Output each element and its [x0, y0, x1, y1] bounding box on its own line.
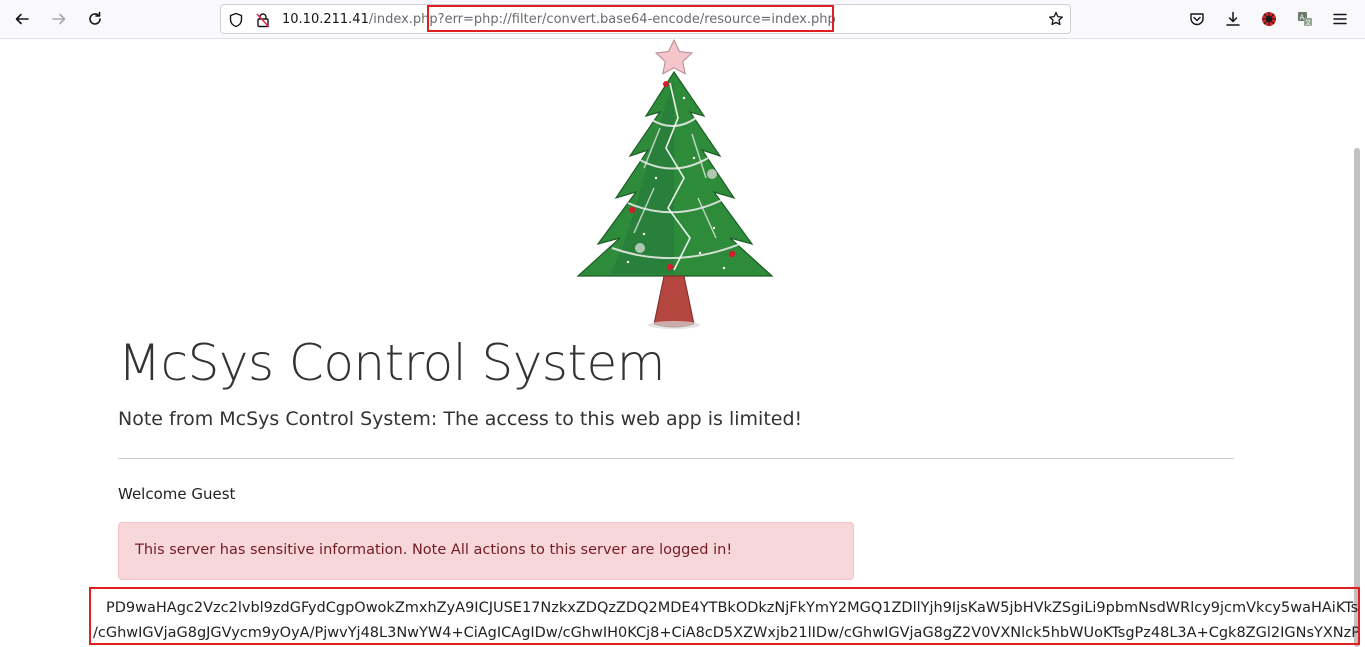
- base64-line: /cGhwIGVjaG8gJGVycm9yOyA/PjwvYj48L3NwYW4…: [93, 625, 1360, 641]
- svg-text:A: A: [1300, 14, 1305, 22]
- arrow-right-icon: [52, 13, 66, 25]
- forward-button[interactable]: [45, 5, 73, 33]
- pocket-icon: [1190, 13, 1204, 26]
- url-host: 10.10.211.41: [282, 12, 369, 27]
- page-subtitle: Note from McSys Control System: The acce…: [118, 408, 803, 430]
- tracking-protection-shield-icon[interactable]: [228, 12, 244, 28]
- alert-text: This server has sensitive information. N…: [135, 542, 733, 558]
- page-scrollbar[interactable]: [1354, 148, 1360, 647]
- back-button[interactable]: [8, 5, 36, 33]
- extension-button-1[interactable]: [1257, 7, 1281, 31]
- hamburger-menu-icon: [1333, 13, 1347, 25]
- welcome-text: Welcome Guest: [118, 485, 236, 503]
- divider: [118, 458, 1234, 459]
- arrow-left-icon: [15, 13, 29, 25]
- pocket-button[interactable]: [1185, 7, 1209, 31]
- reload-button[interactable]: [81, 5, 109, 33]
- insecure-lock-icon[interactable]: [255, 12, 271, 28]
- base64-output-box: PD9waHAgc2Vzc2lvbl9zdGFydCgpOwokZmxhZyA9…: [89, 587, 1360, 645]
- download-icon: [1226, 11, 1240, 26]
- browser-toolbar: 10.10.211.41/index.php?err=php://filter/…: [0, 0, 1365, 39]
- translate-extension-icon: A文: [1298, 12, 1312, 27]
- downloads-button[interactable]: [1221, 7, 1245, 31]
- base64-line: PD9waHAgc2Vzc2lvbl9zdGFydCgpOwokZmxhZyA9…: [106, 600, 1359, 616]
- christmas-tree-image: [576, 38, 774, 329]
- extension-button-2[interactable]: A文: [1293, 7, 1317, 31]
- red-bug-extension-icon: [1262, 12, 1276, 26]
- url-query-highlight-box: [427, 5, 834, 32]
- reload-icon: [89, 11, 101, 25]
- page-title: McSys Control System: [118, 334, 665, 392]
- svg-text:文: 文: [1305, 19, 1311, 27]
- app-menu-button[interactable]: [1328, 7, 1352, 31]
- address-bar[interactable]: 10.10.211.41/index.php?err=php://filter/…: [220, 4, 1071, 34]
- star-icon[interactable]: [1048, 11, 1064, 27]
- alert-box: This server has sensitive information. N…: [118, 522, 854, 580]
